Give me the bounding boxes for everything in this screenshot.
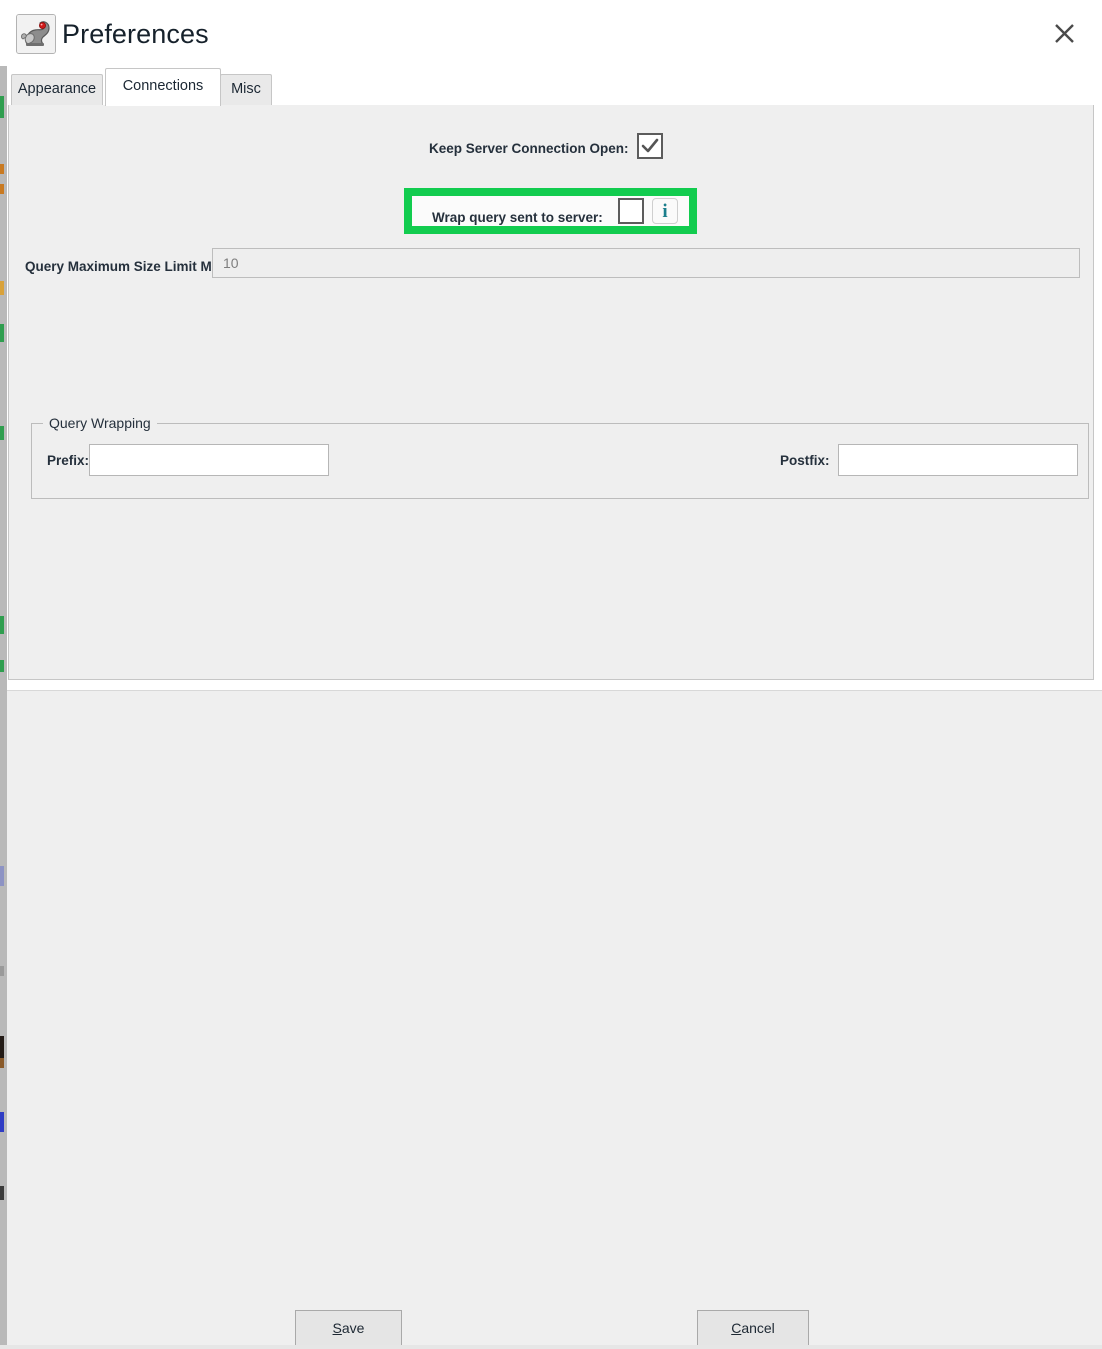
query-max-size-label: Query Maximum Size Limit MB: [25,259,227,274]
edge-artifact [0,426,4,440]
tab-bar: Appearance Connections Misc [7,66,1102,106]
save-button-label: Save [333,1320,365,1336]
page-title: Preferences [62,19,209,49]
cancel-mnemonic: C [731,1320,742,1336]
wrap-query-checkbox[interactable] [618,198,644,224]
edge-artifact [0,1186,4,1200]
save-mnemonic: S [332,1320,342,1336]
wrap-query-highlight: Wrap query sent to server: i [404,188,697,234]
wrap-query-label: Wrap query sent to server: [432,210,603,225]
query-max-size-input[interactable]: 10 [212,248,1080,278]
edge-artifact [0,660,4,672]
cancel-button-label: Cancel [731,1320,775,1336]
query-wrapping-group-title: Query Wrapping [43,415,157,431]
tab-appearance[interactable]: Appearance [11,74,103,106]
prefix-input[interactable] [89,444,329,476]
postfix-input[interactable] [838,444,1078,476]
tab-connections[interactable]: Connections [105,68,221,106]
edge-artifact [0,866,4,886]
save-button[interactable]: Save [295,1310,402,1346]
tab-label: Connections [122,78,204,94]
edge-artifact [0,1036,4,1058]
query-wrapping-group: Prefix: Postfix: [31,423,1089,499]
tab-label: Appearance [17,81,97,97]
lower-area-divider [7,690,1102,691]
edge-artifact [0,616,4,634]
info-glyph: i [662,200,668,222]
dialog-lower-area [7,690,1102,1349]
cancel-rest: ancel [741,1320,775,1336]
panel-separator [7,680,1102,690]
window-left-edge [0,66,7,1349]
edge-artifact [0,281,4,295]
edge-artifact [0,1058,4,1068]
dialog-bottom-edge [0,1345,1102,1349]
title-bar: Preferences [0,0,1102,66]
checkmark-icon [641,138,659,153]
edge-artifact [0,164,4,174]
tab-misc[interactable]: Misc [220,74,272,106]
prefix-label: Prefix: [47,453,90,468]
cancel-button[interactable]: Cancel [697,1310,809,1346]
squirrel-app-icon [16,14,56,54]
edge-artifact [0,96,4,118]
keep-server-connection-open-checkbox[interactable] [637,133,663,159]
tab-label: Misc [231,81,261,97]
edge-artifact [0,1112,4,1132]
edge-artifact [0,966,4,976]
edge-artifact [0,184,4,194]
query-max-size-value: 10 [223,255,239,271]
preferences-dialog: Preferences Appearance Connections Misc … [0,0,1102,1349]
info-icon[interactable]: i [652,198,678,224]
keep-server-connection-open-label: Keep Server Connection Open: [429,141,629,156]
save-rest: ave [341,1320,365,1336]
postfix-label: Postfix: [780,453,830,468]
edge-artifact [0,324,4,342]
close-icon[interactable] [1040,10,1088,56]
